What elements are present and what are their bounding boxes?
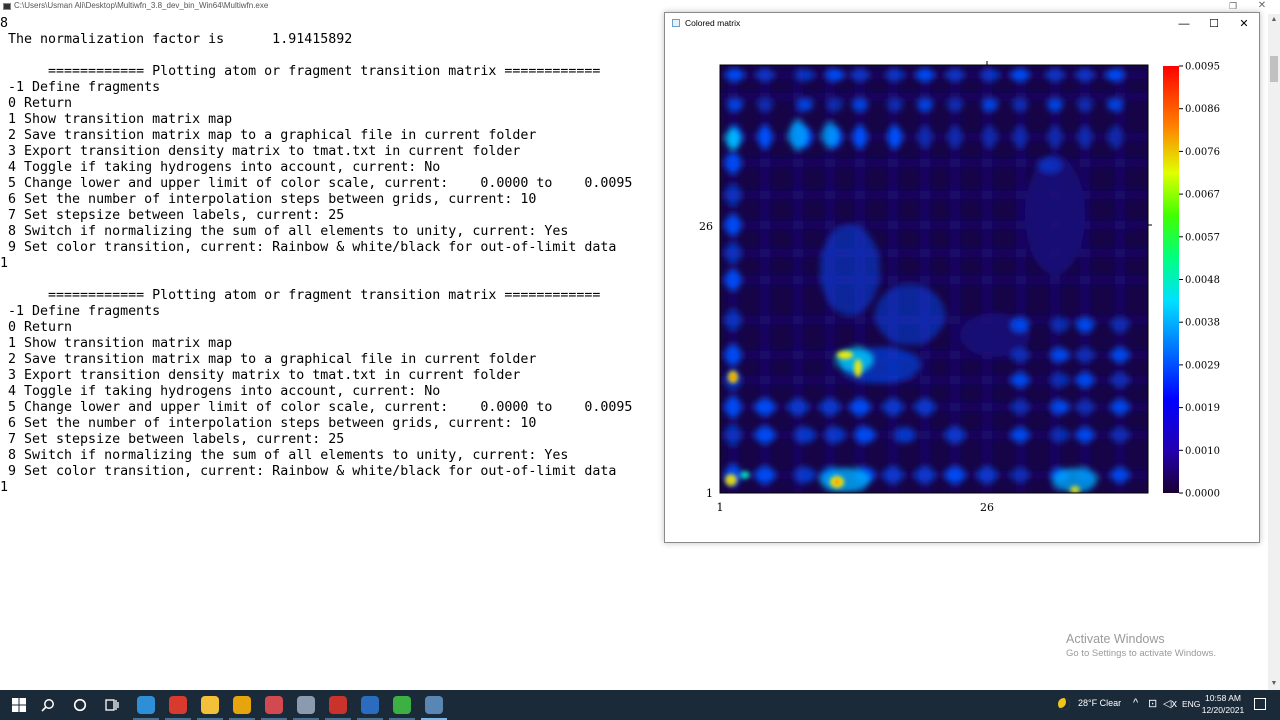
console-line: 7 Set stepsize between labels, current: … bbox=[0, 432, 345, 447]
search-icon[interactable] bbox=[34, 690, 62, 720]
taskbar: 28°F Clear ^ ⊡ ◁x ENG 10:58 AM 12/20/202… bbox=[0, 690, 1280, 720]
heatmap-area bbox=[720, 65, 1148, 493]
console-line: 5 Change lower and upper limit of color … bbox=[0, 400, 633, 415]
console-line: 4 Toggle if taking hydrogens into accoun… bbox=[0, 384, 441, 399]
console-restore-button[interactable]: ❐ bbox=[1227, 0, 1239, 12]
console-line: 1 Show transition matrix map bbox=[0, 336, 233, 351]
console-line: 1 bbox=[0, 256, 9, 271]
scroll-down-arrow-icon[interactable]: ▼ bbox=[1268, 678, 1280, 690]
console-line: 0 Return bbox=[0, 96, 73, 111]
app-red-icon[interactable] bbox=[169, 696, 187, 714]
console-line: 3 Export transition density matrix to tm… bbox=[0, 368, 521, 383]
matrix-app-icon bbox=[672, 19, 680, 27]
weather-moon-icon[interactable] bbox=[1058, 698, 1070, 710]
multiwfn-icon[interactable] bbox=[425, 696, 443, 714]
volume-icon[interactable]: ◁x bbox=[1163, 697, 1177, 710]
maximize-button[interactable]: ☐ bbox=[1199, 13, 1229, 35]
windows-start-icon[interactable] bbox=[4, 690, 34, 720]
console-line: 6 Set the number of interpolation steps … bbox=[0, 192, 537, 207]
console-line: 8 Switch if normalizing the sum of all e… bbox=[0, 448, 569, 463]
en-app-icon[interactable] bbox=[361, 696, 379, 714]
console-line: 3 Export transition density matrix to tm… bbox=[0, 144, 521, 159]
notification-icon[interactable] bbox=[1254, 698, 1266, 710]
colorbar bbox=[1163, 66, 1179, 493]
colorbar-tick-label: 0.0048 bbox=[1185, 275, 1220, 286]
console-close-button[interactable]: ✕ bbox=[1256, 0, 1268, 12]
clock-date[interactable]: 12/20/2021 bbox=[1199, 705, 1247, 716]
watermark-subtitle: Go to Settings to activate Windows. bbox=[1066, 648, 1216, 659]
task-view-icon[interactable] bbox=[98, 690, 126, 720]
console-title: C:\Users\Usman Ali\Desktop\Multiwfn_3.8_… bbox=[14, 1, 269, 10]
console-line: 9 Set color transition, current: Rainbow… bbox=[0, 464, 617, 479]
wechat-icon[interactable] bbox=[393, 696, 411, 714]
matrix-window-title: Colored matrix bbox=[685, 18, 741, 28]
console-line: 5 Change lower and upper limit of color … bbox=[0, 176, 633, 191]
console-line: 1 Show transition matrix map bbox=[0, 112, 233, 127]
app-cloud-icon[interactable] bbox=[265, 696, 283, 714]
x-tick-label-26: 26 bbox=[980, 501, 994, 514]
colorbar-tick-label: 0.0010 bbox=[1185, 446, 1220, 457]
y-tick-label-1: 1 bbox=[706, 487, 713, 500]
matrix-window-titlebar[interactable]: Colored matrix — ☐ ✕ bbox=[665, 13, 1259, 35]
scroll-up-arrow-icon[interactable]: ▲ bbox=[1268, 14, 1280, 26]
colored-matrix-window: Colored matrix — ☐ ✕ 1 26 1 26 0.0095 0.… bbox=[664, 12, 1260, 543]
activate-windows-watermark: Activate Windows Go to Settings to activ… bbox=[1066, 632, 1216, 659]
matrix-plot: 1 26 1 26 0.0095 0.0086 0.0076 0.0067 0.0057… bbox=[699, 61, 1220, 514]
close-button[interactable]: ✕ bbox=[1229, 13, 1259, 35]
x-tick-label-1: 1 bbox=[717, 501, 724, 514]
colorbar-tick-label: 0.0019 bbox=[1185, 403, 1220, 414]
colorbar-tick-label: 0.0076 bbox=[1185, 147, 1220, 158]
colorbar-tick-label: 0.0038 bbox=[1185, 318, 1220, 329]
console-line: 1 bbox=[0, 480, 9, 495]
app-tool-icon[interactable] bbox=[297, 696, 315, 714]
console-line: 2 Save transition matrix map to a graphi… bbox=[0, 352, 537, 367]
watermark-title: Activate Windows bbox=[1066, 632, 1165, 646]
console-line: 8 Switch if normalizing the sum of all e… bbox=[0, 224, 569, 239]
colorbar-tick-label: 0.0095 bbox=[1185, 62, 1220, 73]
console-line: 2 Save transition matrix map to a graphi… bbox=[0, 128, 537, 143]
file-explorer-icon[interactable] bbox=[201, 696, 219, 714]
chevron-up-icon[interactable]: ^ bbox=[1133, 697, 1138, 709]
colorbar-tick-label: 0.0086 bbox=[1185, 104, 1220, 115]
weather-text[interactable]: 28°F Clear bbox=[1078, 698, 1121, 708]
edge-icon[interactable] bbox=[137, 696, 155, 714]
colorbar-tick-label: 0.0029 bbox=[1185, 360, 1220, 371]
colorbar-tick-marks bbox=[1179, 65, 1183, 494]
console-line: ============ Plotting atom or fragment t… bbox=[0, 64, 601, 79]
colorbar-tick-label: 0.0057 bbox=[1185, 232, 1220, 243]
colorbar-tick-label: 0.0067 bbox=[1185, 190, 1220, 201]
console-line: 8 bbox=[0, 16, 9, 31]
console-scrollbar[interactable]: ▲ ▼ bbox=[1268, 14, 1280, 690]
console-line: The normalization factor is 1.91415892 bbox=[0, 32, 353, 47]
console-line: 7 Set stepsize between labels, current: … bbox=[0, 208, 345, 223]
console-line: 0 Return bbox=[0, 320, 73, 335]
console-line: ============ Plotting atom or fragment t… bbox=[0, 288, 601, 303]
console-app-icon bbox=[3, 3, 11, 10]
console-output: 8 The normalization factor is 1.91415892… bbox=[0, 16, 632, 496]
language-indicator[interactable]: ENG bbox=[1182, 699, 1200, 709]
console-line: 9 Set color transition, current: Rainbow… bbox=[0, 240, 617, 255]
acrobat-icon[interactable] bbox=[329, 696, 347, 714]
clock-time[interactable]: 10:58 AM bbox=[1201, 693, 1245, 704]
minimize-button[interactable]: — bbox=[1169, 13, 1199, 35]
scroll-thumb[interactable] bbox=[1270, 56, 1278, 82]
console-line: -1 Define fragments bbox=[0, 80, 161, 95]
console-line: 4 Toggle if taking hydrogens into accoun… bbox=[0, 160, 441, 175]
colorbar-tick-label: 0.0000 bbox=[1185, 489, 1220, 500]
cortana-circle-icon[interactable] bbox=[66, 690, 94, 720]
network-icon[interactable]: ⊡ bbox=[1148, 697, 1157, 710]
chrome-icon[interactable] bbox=[233, 696, 251, 714]
console-line: 6 Set the number of interpolation steps … bbox=[0, 416, 537, 431]
y-tick-label-26: 26 bbox=[699, 220, 713, 233]
console-line: -1 Define fragments bbox=[0, 304, 161, 319]
